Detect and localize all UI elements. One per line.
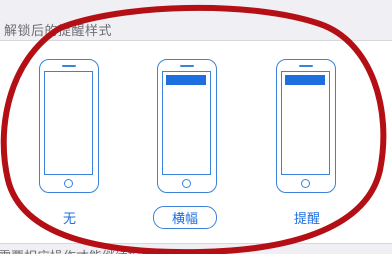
banner-preview	[166, 75, 206, 85]
alert-preview	[285, 75, 325, 85]
phone-screen	[281, 71, 330, 175]
speaker-icon	[299, 65, 313, 67]
speaker-icon	[62, 65, 76, 67]
footer-note: 需要相应操作才能继续提醒。	[0, 246, 167, 254]
alert-style-alerts-label[interactable]: 提醒	[294, 208, 320, 227]
home-button-icon	[301, 179, 310, 188]
home-button-icon	[64, 179, 73, 188]
phone-screen	[162, 71, 211, 175]
alert-style-none-label[interactable]: 无	[63, 208, 76, 227]
home-button-icon	[182, 179, 191, 188]
notification-settings-page: 解锁后的提醒样式 无 横幅 提醒 需要相应操作才能继续提醒。	[0, 0, 392, 254]
alert-style-alerts-option[interactable]	[276, 59, 336, 193]
alert-style-banners-option[interactable]	[157, 59, 217, 193]
phone-screen	[44, 71, 93, 175]
speaker-icon	[180, 65, 194, 67]
alert-style-banners-label[interactable]: 横幅	[153, 206, 218, 229]
section-header: 解锁后的提醒样式	[4, 24, 113, 39]
alert-style-none-option[interactable]	[39, 59, 99, 193]
